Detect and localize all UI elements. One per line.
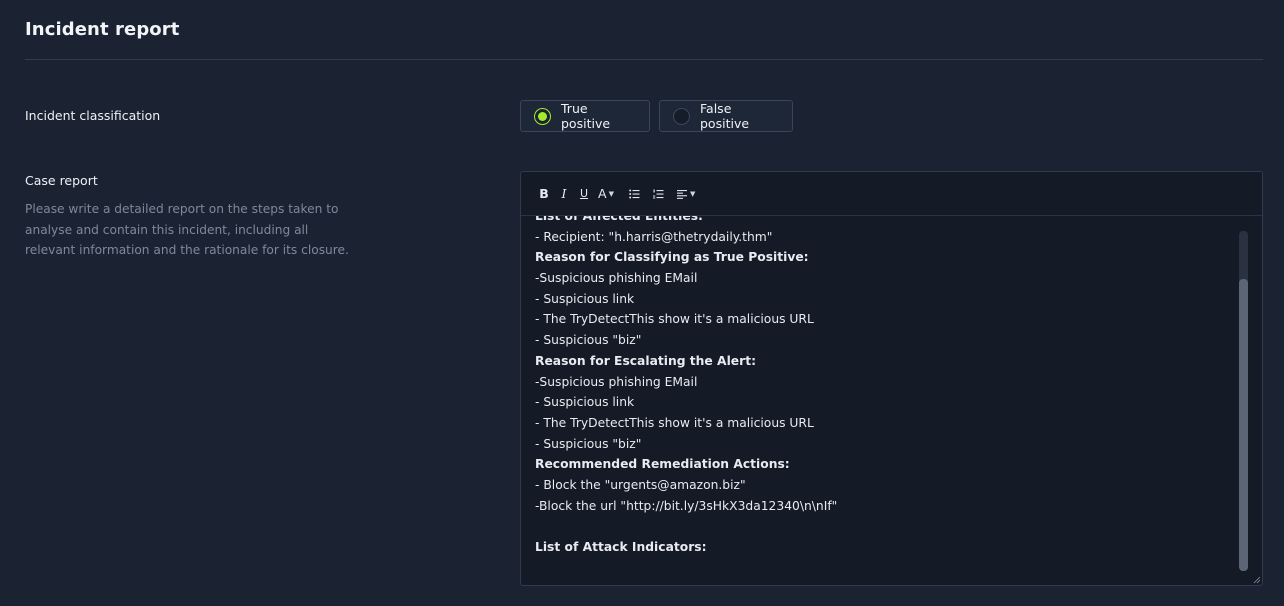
case-report-label: Case report xyxy=(25,173,98,188)
report-text-line: -Suspicious phishing EMail xyxy=(535,271,698,286)
true-positive-label: True positive xyxy=(561,101,611,131)
align-button[interactable]: ▼ xyxy=(677,184,695,204)
report-text-line: - Block the "urgents@amazon.biz" xyxy=(535,477,746,492)
underline-button[interactable]: U xyxy=(575,184,593,204)
report-text-line: - The TryDetectThis show it's a maliciou… xyxy=(535,312,814,327)
header-divider xyxy=(25,59,1263,60)
numbered-list-icon xyxy=(652,189,663,198)
report-text-line xyxy=(535,516,837,537)
resize-handle-icon[interactable] xyxy=(1253,576,1261,584)
report-text-line: - Suspicious "biz" xyxy=(535,436,642,451)
bulleted-list-button[interactable] xyxy=(625,184,643,204)
italic-button[interactable]: I xyxy=(555,184,573,204)
bold-button[interactable]: B xyxy=(535,184,553,204)
incident-classification-label: Incident classification xyxy=(25,108,161,123)
radio-dot xyxy=(538,111,547,121)
editor-scrollbar[interactable] xyxy=(1239,231,1248,571)
report-heading-line: List of Attack Indicators: xyxy=(535,540,707,554)
text-color-button[interactable]: A ▼ xyxy=(597,184,615,204)
bulleted-list-icon xyxy=(628,189,639,198)
scrollbar-thumb[interactable] xyxy=(1239,279,1248,571)
report-text-line: - Recipient: "h.harris@thetrydaily.thm" xyxy=(535,229,773,244)
report-text-line: - Suspicious link xyxy=(535,395,635,410)
radio-unchecked-icon xyxy=(673,107,690,125)
editor-lines: List of Affected Entities: - Recipient: "… xyxy=(535,216,837,558)
report-heading-line: Recommended Remediation Actions: xyxy=(535,457,790,472)
chevron-down-icon: ▼ xyxy=(608,189,614,198)
text-color-label: A xyxy=(598,186,607,201)
report-heading-line: List of Affected Entities: xyxy=(535,216,703,223)
report-text-line: - Suspicious link xyxy=(535,291,635,306)
report-heading-line: Reason for Classifying as True Positive: xyxy=(535,250,809,265)
numbered-list-button[interactable] xyxy=(649,184,667,204)
report-text-line: - The TryDetectThis show it's a maliciou… xyxy=(535,415,814,430)
editor-content[interactable]: List of Affected Entities: - Recipient: "… xyxy=(535,216,1232,585)
incident-report-page: Incident report Incident classification … xyxy=(0,0,1284,606)
radio-checked-icon xyxy=(534,107,551,125)
true-positive-radio[interactable]: True positive xyxy=(520,100,650,132)
report-text-line: - Suspicious "biz" xyxy=(535,333,642,348)
case-report-help-text: Please write a detailed report on the st… xyxy=(25,202,349,257)
false-positive-radio[interactable]: False positive xyxy=(659,100,793,132)
page-title: Incident report xyxy=(25,19,180,40)
align-left-icon xyxy=(677,189,687,199)
report-text-line: -Block the url "http://bit.ly/3sHkX3da12… xyxy=(535,498,838,513)
chevron-down-icon: ▼ xyxy=(690,189,696,198)
case-report-editor[interactable]: B I U A ▼ ▼ List of Affected Entities: -… xyxy=(520,171,1263,586)
report-text-line: -Suspicious phishing EMail xyxy=(535,374,698,389)
editor-toolbar: B I U A ▼ ▼ xyxy=(521,172,1262,216)
false-positive-label: False positive xyxy=(700,101,750,131)
report-heading-line: Reason for Escalating the Alert: xyxy=(535,353,756,368)
